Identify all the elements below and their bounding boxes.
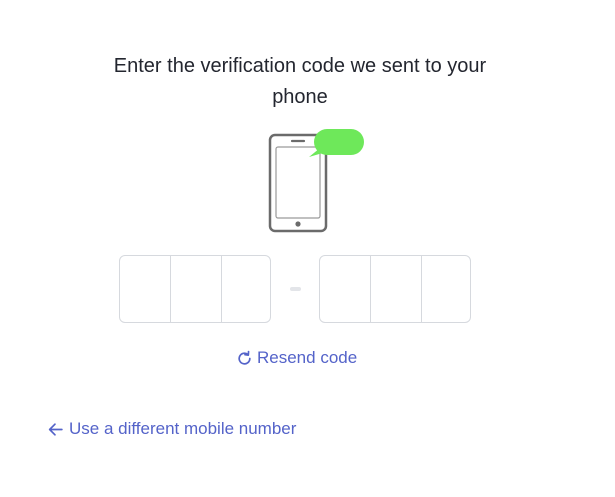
arrow-left-icon [48, 422, 63, 436]
refresh-icon [238, 350, 251, 365]
message-bubble-icon [309, 129, 364, 157]
code-separator [290, 287, 301, 291]
resend-code-label: Resend code [257, 348, 358, 367]
use-different-number-label: Use a different mobile number [69, 419, 297, 438]
code-digit-3[interactable] [222, 256, 270, 322]
code-digit-1[interactable] [120, 256, 171, 322]
code-digit-5[interactable] [371, 256, 422, 322]
code-input-group-2 [319, 255, 471, 323]
use-different-number-link[interactable]: Use a different mobile number [47, 419, 296, 439]
code-input-group-1 [119, 255, 271, 323]
code-digit-6[interactable] [422, 256, 470, 322]
page-title: Enter the verification code we sent to y… [113, 55, 487, 108]
code-digit-4[interactable] [320, 256, 371, 322]
phone-message-illustration [268, 129, 364, 233]
resend-code-button[interactable]: Resend code [236, 348, 357, 368]
code-digit-2[interactable] [171, 256, 222, 322]
